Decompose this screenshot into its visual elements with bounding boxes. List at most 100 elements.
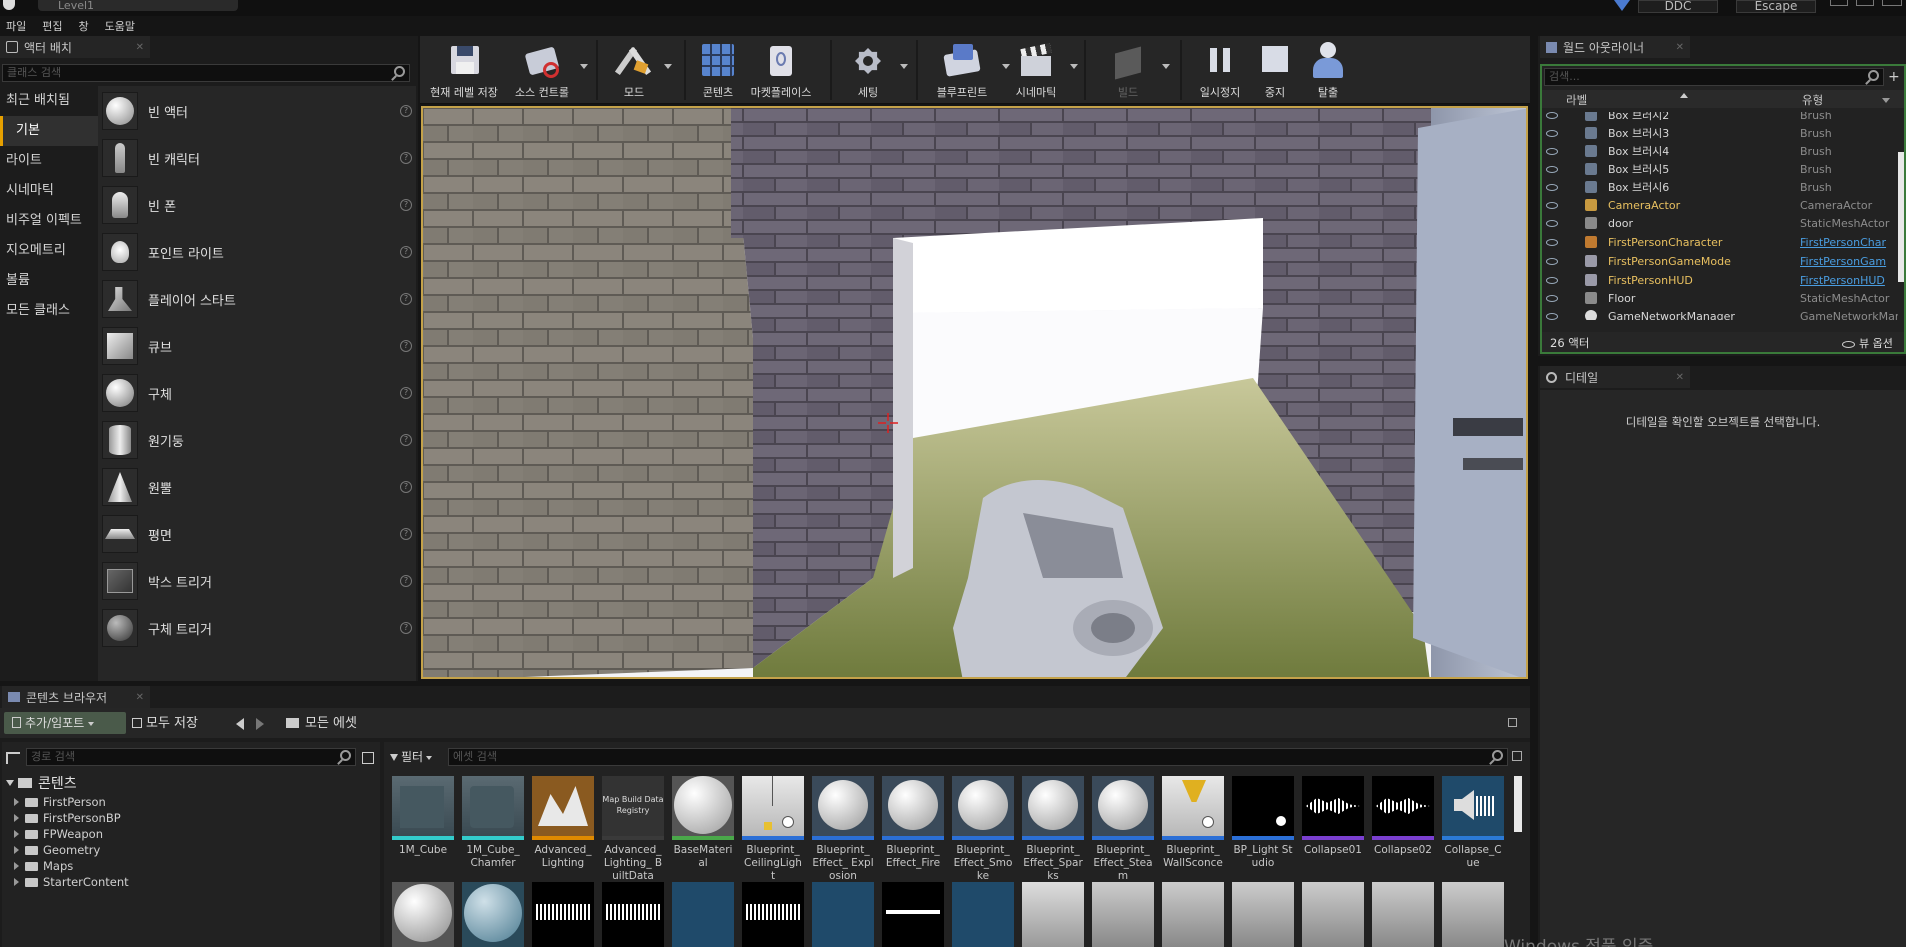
help-icon[interactable]: ? [400,481,412,493]
help-icon[interactable]: ? [400,575,412,587]
menu-window[interactable]: 창 [79,18,89,34]
place-item-empty-actor[interactable]: 빈 액터? [102,88,412,134]
asset-tile[interactable]: Blueprint_ CeilingLight [742,776,804,883]
visibility-eye-icon[interactable] [1546,219,1558,227]
modes-button[interactable]: 모드 [606,36,672,104]
world-outliner-tab[interactable]: 월드 아웃라이너 ✕ [1540,36,1690,58]
save-search-icon[interactable] [1512,751,1522,761]
visibility-eye-icon[interactable] [1546,294,1558,302]
build-button[interactable]: 빌드 [1096,36,1170,104]
asset-tile[interactable] [672,882,734,947]
tree-root[interactable]: 콘텐츠 [6,774,77,792]
close-tab-icon[interactable]: ✕ [136,42,144,53]
visibility-eye-icon[interactable] [1546,312,1558,320]
outliner-search-input[interactable]: 검색... [1544,68,1884,86]
add-actor-icon[interactable]: + [1888,70,1902,84]
place-actors-tab[interactable]: 액터 배치 ✕ [0,36,150,58]
expand-arrow-icon[interactable] [14,798,19,806]
asset-tile[interactable] [462,882,524,947]
asset-tile[interactable] [1092,882,1154,947]
asset-tile[interactable]: 1M_Cube [392,776,454,857]
content-browser-tab[interactable]: 콘텐츠 브라우저 ✕ [2,686,150,708]
folder-firstpersonbp[interactable]: FirstPersonBP [14,810,121,826]
expand-arrow-icon[interactable] [14,814,19,822]
asset-tile[interactable]: Collapse01 [1302,776,1364,857]
settings-button[interactable]: 세팅 [838,36,908,104]
outliner-row[interactable]: Box 브러시2 Brush [1542,112,1898,124]
asset-tile[interactable]: Blueprint_ Effect_Sparks [1022,776,1084,883]
asset-tile[interactable]: Blueprint_ Effect_Steam [1092,776,1154,883]
add-import-button[interactable]: 추가/임포트 [4,712,126,734]
expand-arrow-icon[interactable] [14,830,19,838]
visibility-eye-icon[interactable] [1546,147,1558,155]
asset-tile[interactable]: Blueprint_ Effect_ Explosion [812,776,874,883]
escape-button[interactable]: Escape [1736,0,1816,13]
asset-scrollbar[interactable] [1514,776,1522,832]
outliner-row[interactable]: Floor StaticMeshActor [1542,289,1898,307]
outliner-row[interactable]: FirstPersonGameMode FirstPersonGam [1542,252,1898,270]
asset-tile[interactable] [1442,882,1504,947]
category-all-classes[interactable]: 모든 클래스 [0,296,98,326]
asset-search-input[interactable]: 에셋 검색 [448,748,1508,766]
place-item-cube[interactable]: 큐브? [102,323,412,369]
category-volumes[interactable]: 볼륨 [0,266,98,296]
expand-arrow-icon[interactable] [14,862,19,870]
category-basic[interactable]: 기본 [0,116,98,146]
place-item-cylinder[interactable]: 원기둥? [102,417,412,463]
help-icon[interactable]: ? [400,622,412,634]
expand-arrow-icon[interactable] [14,846,19,854]
sources-toggle-icon[interactable] [6,752,20,764]
column-type[interactable]: 유형 [1802,92,1823,108]
asset-tile[interactable]: Collapse02 [1372,776,1434,857]
help-icon[interactable]: ? [400,528,412,540]
outliner-row[interactable]: Box 브러시5 Brush [1542,160,1898,178]
visibility-eye-icon[interactable] [1546,238,1558,246]
forward-arrow-icon[interactable] [256,718,264,730]
outliner-row[interactable]: Box 브러시3 Brush [1542,124,1898,142]
category-visual-effects[interactable]: 비주얼 이펙트 [0,206,98,236]
place-item-plane[interactable]: 평면? [102,511,412,557]
maximize-button[interactable] [1856,0,1874,6]
asset-tile[interactable] [1162,882,1224,947]
dropdown-arrow-icon[interactable] [1162,64,1170,69]
visibility-eye-icon[interactable] [1546,201,1558,209]
asset-tile[interactable] [1302,882,1364,947]
outliner-scrollbar[interactable] [1898,152,1904,282]
cinematics-button[interactable]: 시네마틱 [1004,36,1078,104]
place-item-point-light[interactable]: 포인트 라이트? [102,229,412,275]
help-icon[interactable]: ? [400,152,412,164]
stop-button[interactable]: 중지 [1250,36,1300,104]
help-icon[interactable]: ? [400,199,412,211]
folder-geometry[interactable]: Geometry [14,842,100,858]
class-search-input[interactable]: 클래스 검색 [2,64,410,82]
asset-tile[interactable]: Map Build Data Registry Advanced_ Lightin… [602,776,664,883]
asset-tile[interactable] [392,882,454,947]
close-window-button[interactable] [1882,0,1902,6]
place-item-cone[interactable]: 원뿔? [102,464,412,510]
asset-tile[interactable] [1232,882,1294,947]
asset-tile[interactable]: Blueprint_ WallSconce [1162,776,1224,870]
asset-tile[interactable] [532,882,594,947]
back-arrow-icon[interactable] [236,718,244,730]
asset-tile[interactable] [1022,882,1084,947]
filter-button[interactable]: 필터 [390,748,433,766]
level-tab[interactable]: Level1 [38,0,238,11]
asset-tile[interactable]: Advanced_ Lighting [532,776,594,870]
outliner-row[interactable]: Box 브러시4 Brush [1542,142,1898,160]
folder-fpweapon[interactable]: FPWeapon [14,826,103,842]
outliner-row[interactable]: door StaticMeshActor [1542,214,1898,232]
category-geometry[interactable]: 지오메트리 [0,236,98,266]
dropdown-arrow-icon[interactable] [900,64,908,69]
place-item-empty-pawn[interactable]: 빈 폰? [102,182,412,228]
help-icon[interactable]: ? [400,340,412,352]
view-options-button[interactable]: 뷰 옵션 [1842,335,1893,351]
ddc-button[interactable]: DDC [1638,0,1718,13]
asset-tile[interactable] [1372,882,1434,947]
place-item-box-trigger[interactable]: 박스 트리거? [102,558,412,604]
menu-edit[interactable]: 편집 [42,18,62,34]
asset-tile[interactable]: Blueprint_ Effect_Fire [882,776,944,870]
visibility-eye-icon[interactable] [1546,129,1558,137]
close-tab-icon[interactable]: ✕ [136,692,144,703]
source-control-button[interactable]: 소스 컨트롤 [506,36,588,104]
pause-button[interactable]: 일시정지 [1190,36,1250,104]
